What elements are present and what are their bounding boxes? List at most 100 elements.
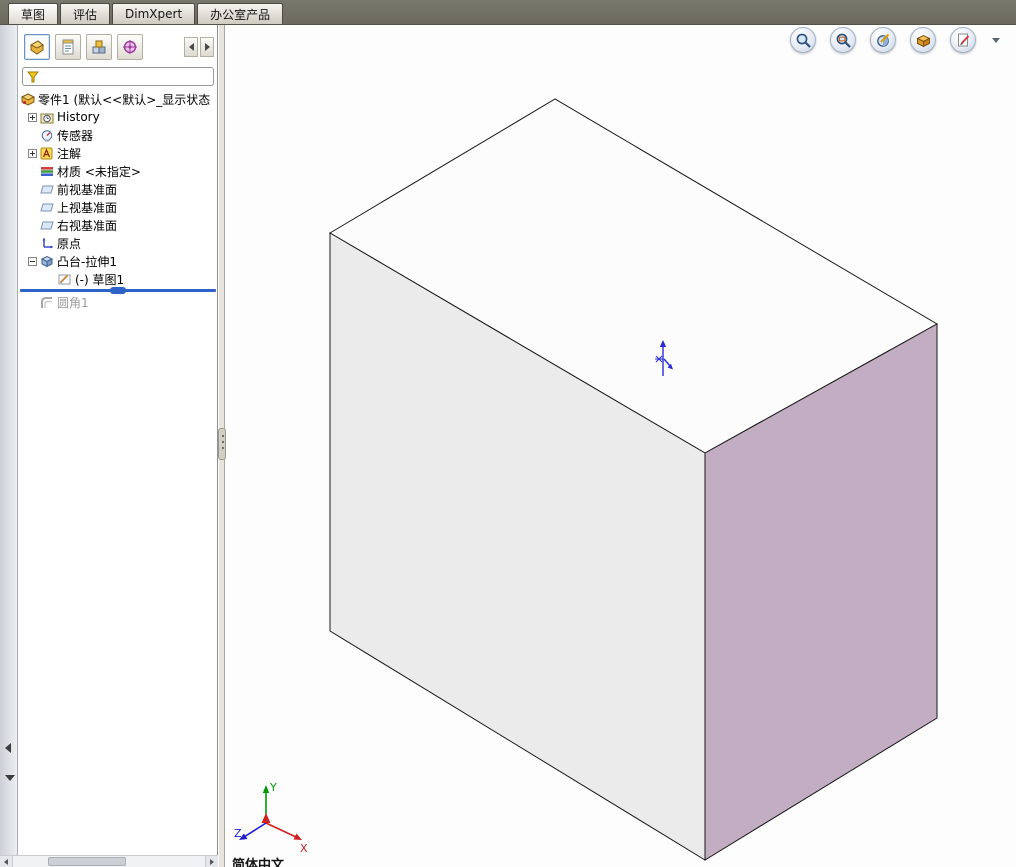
left-edge-strip (0, 25, 18, 867)
triad-x-label: X (300, 842, 308, 853)
expand-plus-icon[interactable] (28, 148, 37, 158)
magnifier-icon (796, 33, 811, 48)
sketch-icon (58, 273, 72, 286)
solidworks-window: 草图 评估 DimXpert 办公室产品 零件1 (默认<<默认>_显示状态 H… (0, 0, 1016, 867)
tree-filter-input[interactable] (42, 69, 209, 84)
origin-icon (40, 237, 54, 250)
tree-item-label: 传感器 (57, 128, 94, 143)
zoom-to-area-button[interactable] (830, 27, 856, 53)
magnifier-area-icon (836, 33, 851, 48)
zoom-to-fit-button[interactable] (790, 27, 816, 53)
panel-tab-row (18, 33, 217, 61)
rollback-bar[interactable] (20, 287, 216, 294)
scroll-left-arrow-icon (4, 858, 8, 865)
tree-filter (22, 67, 214, 86)
tree-item-label: 零件1 (默认<<默认>_显示状态 (38, 92, 211, 107)
scroll-left-button[interactable] (0, 856, 13, 867)
tree-item-boss-extrude1[interactable]: 凸台-拉伸1 (18, 252, 217, 270)
tab-office-products-label: 办公室产品 (210, 7, 271, 22)
tab-office-products[interactable]: 办公室产品 (197, 3, 284, 24)
boss-extrude-icon (40, 255, 54, 268)
headsup-more-button[interactable] (992, 37, 1000, 43)
panel-tabs-next-button[interactable] (200, 37, 214, 57)
tree-item-label: 凸台-拉伸1 (57, 254, 117, 269)
scene-stack-icon (915, 34, 931, 47)
panel-splitter[interactable] (218, 25, 226, 867)
reference-triad: Y X Z (234, 781, 308, 853)
fillet-icon (40, 296, 54, 309)
model-3d-box[interactable] (226, 25, 1016, 867)
tree-item-fillet1[interactable]: 圆角1 (18, 293, 217, 311)
tree-item-history[interactable]: History (18, 108, 217, 126)
collapse-left-arrow-icon[interactable] (5, 743, 11, 753)
apply-scene-button[interactable] (910, 27, 936, 53)
tree-item-label: 材质 <未指定> (57, 164, 141, 179)
tree-item-origin[interactable]: 原点 (18, 234, 217, 252)
feature-tree: 零件1 (默认<<默认>_显示状态 History 传感器 注解 材质 <未指定… (18, 90, 217, 311)
tab-sketch[interactable]: 草图 (8, 3, 59, 24)
panel-horizontal-scrollbar[interactable] (0, 855, 218, 867)
tree-item-annotations[interactable]: 注解 (18, 144, 217, 162)
plane-icon (40, 183, 54, 196)
chevron-right-icon (204, 43, 210, 51)
graphics-area[interactable]: Y X Z 简体中文 (226, 25, 1016, 867)
material-icon (40, 165, 54, 178)
tree-item-front-plane[interactable]: 前视基准面 (18, 180, 217, 198)
triad-y-arrow (262, 785, 270, 793)
annotations-icon (40, 147, 54, 160)
sensors-icon (40, 129, 54, 142)
tab-dimxpert-label: DimXpert (125, 7, 183, 21)
tree-item-label: 前视基准面 (57, 182, 118, 197)
dimxpertmanager-tab[interactable] (117, 34, 143, 60)
triad-z-label: Z (234, 827, 242, 840)
tab-evaluate-label: 评估 (73, 7, 98, 22)
splitter-handle[interactable] (218, 428, 226, 460)
tree-item-sensors[interactable]: 传感器 (18, 126, 217, 144)
tree-item-label: 上视基准面 (57, 200, 118, 215)
panel-tab-nav (184, 37, 214, 57)
tree-item-label: 圆角1 (57, 295, 89, 310)
plane-icon (40, 219, 54, 232)
tree-item-label: 原点 (57, 236, 82, 251)
scrollbar-thumb[interactable] (48, 857, 126, 866)
tree-item-part-root[interactable]: 零件1 (默认<<默认>_显示状态 (18, 90, 217, 108)
featuremanager-tree-tab[interactable] (24, 34, 50, 60)
tree-item-top-plane[interactable]: 上视基准面 (18, 198, 217, 216)
headsup-toolbar (790, 27, 1000, 53)
workspace: 零件1 (默认<<默认>_显示状态 History 传感器 注解 材质 <未指定… (0, 25, 1016, 867)
collapse-down-arrow-icon[interactable] (5, 775, 15, 781)
configuration-icon (92, 40, 106, 54)
scroll-right-arrow-icon (210, 858, 214, 865)
tree-item-label: 注解 (57, 146, 82, 161)
view-settings-button[interactable] (950, 27, 976, 53)
part-icon (21, 92, 35, 106)
tree-item-label: (-) 草图1 (75, 272, 125, 287)
tree-item-label: 右视基准面 (57, 218, 118, 233)
expand-plus-icon[interactable] (28, 112, 37, 122)
tree-item-material[interactable]: 材质 <未指定> (18, 162, 217, 180)
tab-dimxpert[interactable]: DimXpert (112, 3, 196, 24)
section-view-icon (876, 33, 889, 47)
tree-item-right-plane[interactable]: 右视基准面 (18, 216, 217, 234)
tree-item-label: History (57, 110, 100, 124)
status-text: 简体中文 (232, 858, 285, 867)
tree-item-sketch1[interactable]: (-) 草图1 (18, 270, 217, 288)
triad-origin-cone (261, 813, 271, 823)
dimxpert-target-icon (123, 40, 137, 54)
command-manager-tabbar: 草图 评估 DimXpert 办公室产品 (0, 0, 1016, 25)
tab-sketch-label: 草图 (21, 7, 46, 22)
plane-icon (40, 201, 54, 214)
expand-minus-icon[interactable] (28, 256, 37, 266)
page-pencil-icon (957, 33, 969, 46)
triad-y-label: Y (269, 781, 277, 794)
property-icon (62, 39, 74, 55)
history-icon (40, 111, 54, 124)
panel-tabs-prev-button[interactable] (184, 37, 198, 57)
propertymanager-tab[interactable] (55, 34, 81, 60)
filter-funnel-icon (27, 71, 39, 82)
tab-evaluate[interactable]: 评估 (60, 3, 111, 24)
configurationmanager-tab[interactable] (86, 34, 112, 60)
section-view-button[interactable] (870, 27, 896, 53)
scroll-right-button[interactable] (205, 856, 218, 867)
part-icon (29, 39, 44, 55)
